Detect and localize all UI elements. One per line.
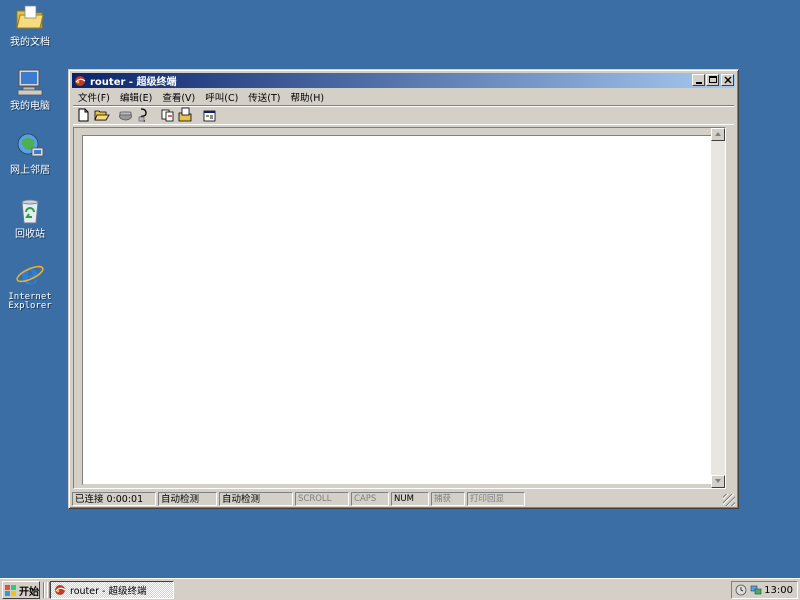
new-connection-button[interactable] <box>75 107 92 123</box>
menu-call[interactable]: 呼叫(C) <box>200 90 243 104</box>
desktop-icon-network-places[interactable]: 网上邻居 <box>4 130 56 176</box>
title-bar[interactable]: router - 超级终端 <box>72 73 735 88</box>
send-icon <box>161 109 174 122</box>
hyperterminal-icon <box>54 584 67 596</box>
hyperterminal-window: router - 超级终端 文件(F) 编辑(E) 查看(V) 呼叫(C) 传送… <box>68 69 739 509</box>
phone-icon <box>119 111 132 121</box>
desktop-icon-recycle-bin[interactable]: 回收站 <box>4 194 56 240</box>
menu-edit[interactable]: 编辑(E) <box>115 90 157 104</box>
scroll-up-button[interactable] <box>711 128 725 141</box>
new-file-icon <box>78 108 89 122</box>
status-scroll: SCROLL <box>295 491 349 506</box>
status-detect-1: 自动检测 <box>158 491 217 506</box>
menu-file[interactable]: 文件(F) <box>73 90 115 104</box>
arrow-down-icon <box>715 479 721 483</box>
menu-bar: 文件(F) 编辑(E) 查看(V) 呼叫(C) 传送(T) 帮助(H) <box>73 89 734 105</box>
tray-clock-icon[interactable] <box>735 584 747 596</box>
recycle-bin-icon <box>14 194 46 226</box>
status-bar: 已连接 0:00:01 自动检测 自动检测 SCROLL CAPS NUM 捕获… <box>72 491 735 506</box>
send-button[interactable] <box>159 107 176 123</box>
status-num: NUM <box>391 491 429 506</box>
status-detect-2: 自动检测 <box>219 491 293 506</box>
open-folder-icon <box>94 110 110 121</box>
menu-help[interactable]: 帮助(H) <box>286 90 330 104</box>
desktop-icon-label: 网上邻居 <box>10 165 50 176</box>
vertical-scrollbar[interactable] <box>711 128 725 488</box>
desktop-icon-my-documents[interactable]: 我的文档 <box>4 2 56 48</box>
properties-icon <box>203 110 216 122</box>
hangup-icon <box>138 108 147 122</box>
desktop-icon-label: 我的电脑 <box>10 101 50 112</box>
call-button[interactable] <box>117 107 134 123</box>
taskbar-divider <box>43 582 45 598</box>
open-button[interactable] <box>93 107 110 123</box>
terminal-screen[interactable] <box>82 135 714 485</box>
start-button[interactable]: 开始 <box>2 581 40 599</box>
status-caps: CAPS <box>351 491 389 506</box>
status-print-echo: 打印回显 <box>467 491 525 506</box>
desktop-icon-my-computer[interactable]: 我的电脑 <box>4 66 56 112</box>
properties-button[interactable] <box>201 107 218 123</box>
close-button[interactable] <box>721 74 734 86</box>
status-capture: 捕获 <box>431 491 465 506</box>
resize-grip[interactable] <box>723 494 735 506</box>
minimize-button[interactable] <box>692 74 705 86</box>
terminal-area <box>73 127 726 489</box>
desktop-icon-label: Explorer <box>8 301 52 311</box>
desktop-icon-label: 我的文档 <box>10 37 50 48</box>
taskbar-button-label: router - 超级终端 <box>70 586 147 597</box>
tray-network-icon[interactable] <box>750 584 762 596</box>
computer-icon <box>14 66 46 98</box>
windows-logo-icon <box>5 584 17 596</box>
menu-view[interactable]: 查看(V) <box>157 90 200 104</box>
desktop-icon-internet-explorer[interactable]: e Internet Explorer <box>4 258 56 311</box>
receive-button[interactable] <box>177 107 194 123</box>
maximize-button[interactable] <box>706 74 719 86</box>
close-icon <box>724 76 732 84</box>
receive-icon <box>178 107 192 122</box>
disconnect-button[interactable] <box>135 107 152 123</box>
start-label: 开始 <box>19 586 39 598</box>
system-tray: 13:00 <box>731 581 798 599</box>
menu-transfer[interactable]: 传送(T) <box>243 90 285 104</box>
taskbar: 开始 router - 超级终端 13:00 <box>0 578 800 600</box>
network-icon <box>14 130 46 162</box>
desktop-icon-label: 回收站 <box>15 229 45 240</box>
taskbar-button-hyperterminal[interactable]: router - 超级终端 <box>50 581 174 599</box>
scroll-down-button[interactable] <box>711 475 725 488</box>
toolbar <box>73 105 734 125</box>
tray-clock[interactable]: 13:00 <box>764 585 793 596</box>
hyperterminal-icon <box>74 75 87 87</box>
internet-explorer-icon: e <box>14 258 46 291</box>
window-title: router - 超级终端 <box>90 77 177 88</box>
minimize-icon <box>696 82 702 84</box>
maximize-icon <box>709 76 717 83</box>
status-connection: 已连接 0:00:01 <box>72 491 156 506</box>
folder-icon <box>14 2 46 34</box>
svg-text:e: e <box>21 258 39 290</box>
arrow-up-icon <box>715 132 721 136</box>
